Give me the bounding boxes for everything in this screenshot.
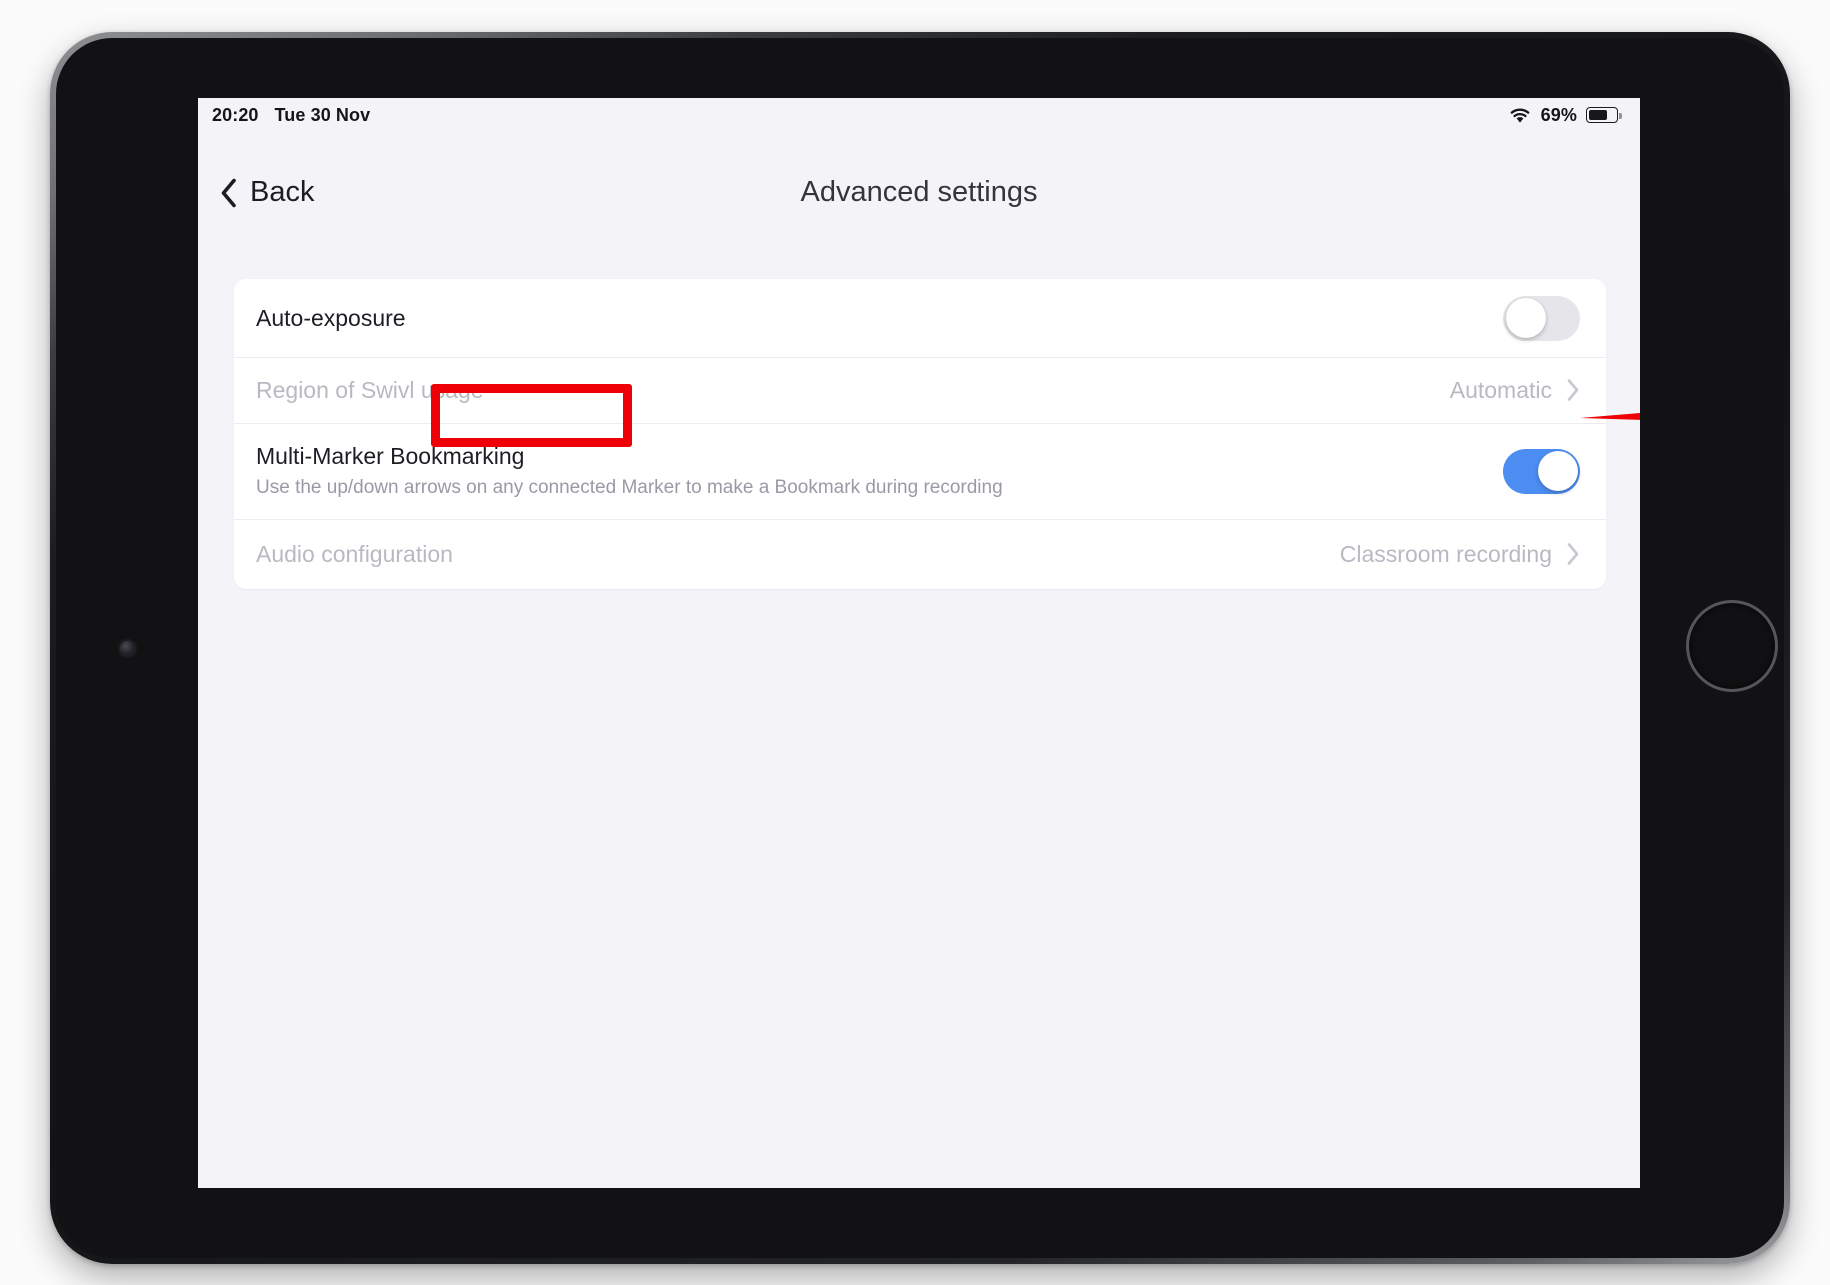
toggle-knob <box>1537 451 1578 492</box>
multi-marker-bookmarking-toggle[interactable] <box>1503 448 1580 494</box>
row-text: Region of Swivl usage <box>256 376 1450 405</box>
battery-fill <box>1588 109 1608 121</box>
chevron-right-icon <box>1567 543 1579 566</box>
navigation-bar: Back Advanced settings <box>198 132 1640 224</box>
toggle-knob <box>1505 298 1546 338</box>
row-title: Region of Swivl usage <box>256 376 484 403</box>
row-title: Multi-Marker Bookmarking <box>256 443 525 469</box>
page-title: Advanced settings <box>800 176 1038 208</box>
row-value: Automatic <box>1449 376 1552 403</box>
row-title: Audio configuration <box>256 541 453 568</box>
settings-row-multi-marker-bookmarking[interactable]: Multi-Marker Bookmarking Use the up/down… <box>234 423 1606 519</box>
status-date: Tue 30 Nov <box>274 104 371 125</box>
row-text: Auto-exposure <box>256 304 1503 333</box>
row-value-group: Classroom recording <box>1340 541 1580 568</box>
tablet-screen: 20:20 Tue 30 Nov 69% Back Advanced setti… <box>198 98 1640 1188</box>
settings-row-audio-configuration[interactable]: Audio configuration Classroom recording <box>234 519 1606 589</box>
status-bar-left: 20:20 Tue 30 Nov <box>212 105 370 126</box>
settings-row-auto-exposure[interactable]: Auto-exposure <box>234 279 1606 357</box>
battery-percent: 69% <box>1540 104 1577 125</box>
chevron-right-icon <box>1567 379 1579 401</box>
settings-row-region-of-swivl-usage[interactable]: Region of Swivl usage Automatic <box>234 357 1606 423</box>
settings-list: Auto-exposure Region of Swivl usage Auto… <box>234 279 1606 590</box>
row-value-group: Automatic <box>1450 377 1580 404</box>
auto-exposure-toggle[interactable] <box>1503 295 1580 341</box>
row-value: Classroom recording <box>1339 540 1552 567</box>
row-text: Audio configuration <box>256 540 1340 569</box>
status-bar: 20:20 Tue 30 Nov 69% <box>198 98 1640 132</box>
status-bar-right: 69% <box>1508 104 1622 126</box>
status-time: 20:20 <box>212 104 259 125</box>
battery-icon <box>1586 107 1622 123</box>
camera-icon <box>120 641 135 656</box>
row-text: Multi-Marker Bookmarking Use the up/down… <box>256 442 1503 500</box>
row-subtitle: Use the up/down arrows on any connected … <box>256 476 1003 498</box>
row-title: Auto-exposure <box>256 304 406 331</box>
wifi-icon <box>1510 108 1529 123</box>
home-button-icon[interactable] <box>1686 600 1778 692</box>
